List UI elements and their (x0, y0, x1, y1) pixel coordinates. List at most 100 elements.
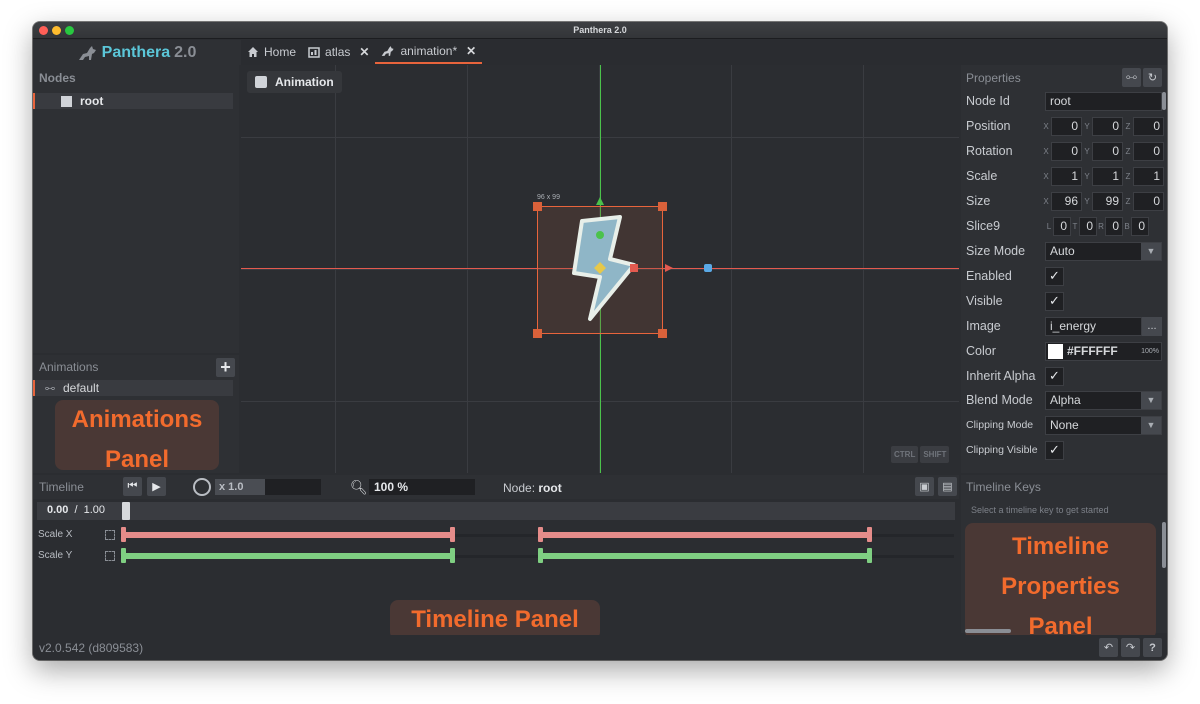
rotation-x-field[interactable]: 0 (1051, 141, 1082, 161)
tab-animation[interactable]: animation* ✕ (375, 40, 483, 64)
properties-toolbar: ⧟ ↻ (1122, 68, 1162, 87)
size-y-field[interactable]: 99 (1092, 191, 1123, 211)
playhead[interactable] (122, 502, 130, 520)
keyframe-handle[interactable] (867, 548, 872, 563)
scale-y-field[interactable]: 1 (1092, 166, 1123, 186)
play-icon[interactable]: ▶ (147, 477, 166, 496)
slice9-b-field[interactable]: 0 (1131, 216, 1149, 236)
size-x-field[interactable]: 96 (1051, 191, 1082, 211)
title-bar: Panthera 2.0 (33, 22, 1167, 39)
selection-box[interactable] (533, 202, 667, 338)
save-icon[interactable]: ▣ (915, 477, 934, 496)
inherit-alpha-checkbox[interactable]: ✓ (1045, 366, 1064, 386)
refresh-icon[interactable]: ↻ (1143, 68, 1162, 87)
axis-letter: B (1124, 221, 1130, 231)
position-x-field[interactable]: 0 (1051, 116, 1082, 136)
enabled-checkbox[interactable]: ✓ (1045, 266, 1064, 286)
rotation-y-field[interactable]: 0 (1092, 141, 1123, 161)
scale-z-field[interactable]: 1 (1133, 166, 1164, 186)
track-scale-y: Scale Y (33, 548, 959, 566)
prop-label: Blend Mode (966, 393, 1033, 407)
size-z-field[interactable]: 0 (1133, 191, 1164, 211)
undo-icon[interactable]: ↶ (1099, 638, 1118, 657)
prop-label: Position (966, 119, 1011, 133)
prop-label: Rotation (966, 144, 1013, 158)
panther-icon (78, 45, 96, 60)
speed-slider[interactable]: x 1.0 (215, 479, 321, 495)
clipping-visible-checkbox[interactable]: ✓ (1045, 440, 1064, 460)
prop-label: Visible (966, 294, 1003, 308)
logo-version: 2.0 (174, 43, 197, 61)
tab-home[interactable]: Home (241, 40, 302, 64)
keyframe-button[interactable]: ⧟ (1122, 68, 1141, 87)
modifier-keys-indicator: CTRL SHIFT (891, 446, 950, 463)
help-icon[interactable]: ? (1143, 638, 1162, 657)
slice9-r-field[interactable]: 0 (1105, 216, 1123, 236)
track-segment[interactable] (540, 532, 870, 538)
axis-letter: Y (1084, 121, 1090, 131)
timeline-title: Timeline (39, 480, 84, 494)
image-field[interactable]: i_energy (1045, 316, 1142, 336)
keyframe-handle[interactable] (121, 548, 126, 563)
rotation-z-field[interactable]: 0 (1133, 141, 1164, 161)
resize-handle-bl[interactable] (533, 329, 542, 338)
keyframe-handle[interactable] (121, 527, 126, 542)
resize-handle-br[interactable] (658, 329, 667, 338)
track-segment[interactable] (123, 532, 453, 538)
track-select-icon[interactable] (105, 530, 115, 540)
prop-enabled: Enabled ✓ (966, 266, 1164, 286)
resize-handle-tr[interactable] (658, 202, 667, 211)
color-swatch[interactable] (1048, 343, 1063, 359)
visible-checkbox[interactable]: ✓ (1045, 291, 1064, 311)
node-id-field[interactable]: root (1045, 91, 1162, 111)
folder-icon[interactable]: ▤ (938, 477, 957, 496)
track-segment[interactable] (540, 553, 870, 559)
redo-icon[interactable]: ↷ (1121, 638, 1140, 657)
tab-atlas[interactable]: atlas ✕ (302, 40, 375, 64)
add-animation-button[interactable]: + (216, 358, 235, 377)
node-prefix: Node: (503, 481, 536, 495)
prop-image: Image i_energy ... (966, 316, 1164, 336)
position-z-field[interactable]: 0 (1133, 116, 1164, 136)
clipping-mode-select[interactable]: None ▼ (1045, 415, 1162, 435)
magnifier-icon: 🔍︎ (350, 479, 368, 495)
animation-item-default[interactable]: ⧟ default (33, 380, 233, 396)
keyframe-handle[interactable] (450, 527, 455, 542)
timeline-keys-scrollbar[interactable] (1162, 522, 1166, 568)
keyframe-handle[interactable] (538, 548, 543, 563)
node-item-root[interactable]: root (33, 93, 233, 109)
prop-visible: Visible ✓ (966, 291, 1164, 311)
blend-mode-select[interactable]: Alpha ▼ (1045, 390, 1162, 410)
slice9-t-field[interactable]: 0 (1079, 216, 1097, 236)
prop-inherit-alpha: Inherit Alpha ✓ (966, 366, 1164, 386)
color-field[interactable]: #FFFFFF 100% (1045, 341, 1162, 361)
track-select-icon[interactable] (105, 551, 115, 561)
timeline-panel: Timeline ⏮ ▶ x 1.0 🔍︎ 100 % Node: root ▣… (33, 475, 959, 640)
animation-mode-toggle[interactable]: Animation (247, 71, 342, 93)
timeline-keys-panel: Timeline Keys Select a timeline key to g… (961, 475, 1167, 640)
keyframe-icon: ⧟ (45, 382, 55, 394)
axis-letter: X (1043, 121, 1049, 131)
close-icon[interactable]: ✕ (359, 45, 369, 59)
size-mode-select[interactable]: Auto ▼ (1045, 241, 1162, 261)
select-value: Alpha (1050, 393, 1081, 407)
resize-handle-tl[interactable] (533, 202, 542, 211)
prop-blend-mode: Blend Mode Alpha ▼ (966, 390, 1164, 410)
nodes-panel-title: Nodes (39, 71, 76, 85)
track-segment[interactable] (123, 553, 453, 559)
slice9-l-field[interactable]: 0 (1053, 216, 1071, 236)
image-browse-button[interactable]: ... (1142, 316, 1162, 336)
keyframe-handle[interactable] (450, 548, 455, 563)
rewind-icon[interactable]: ⏮ (123, 477, 142, 496)
timeline-keys-hscrollbar[interactable] (965, 629, 1011, 633)
time-ruler[interactable]: 0.00 / 1.00 (37, 502, 955, 520)
color-hex: #FFFFFF (1067, 344, 1118, 358)
position-y-field[interactable]: 0 (1092, 116, 1123, 136)
checkbox-icon (255, 76, 267, 88)
zoom-field[interactable]: 100 % (369, 479, 475, 495)
scale-x-field[interactable]: 1 (1051, 166, 1082, 186)
scene-viewport[interactable]: Animation 96 x 99 CTRL SHIFT (241, 65, 959, 473)
keyframe-handle[interactable] (867, 527, 872, 542)
close-icon[interactable]: ✕ (466, 44, 476, 58)
keyframe-handle[interactable] (538, 527, 543, 542)
